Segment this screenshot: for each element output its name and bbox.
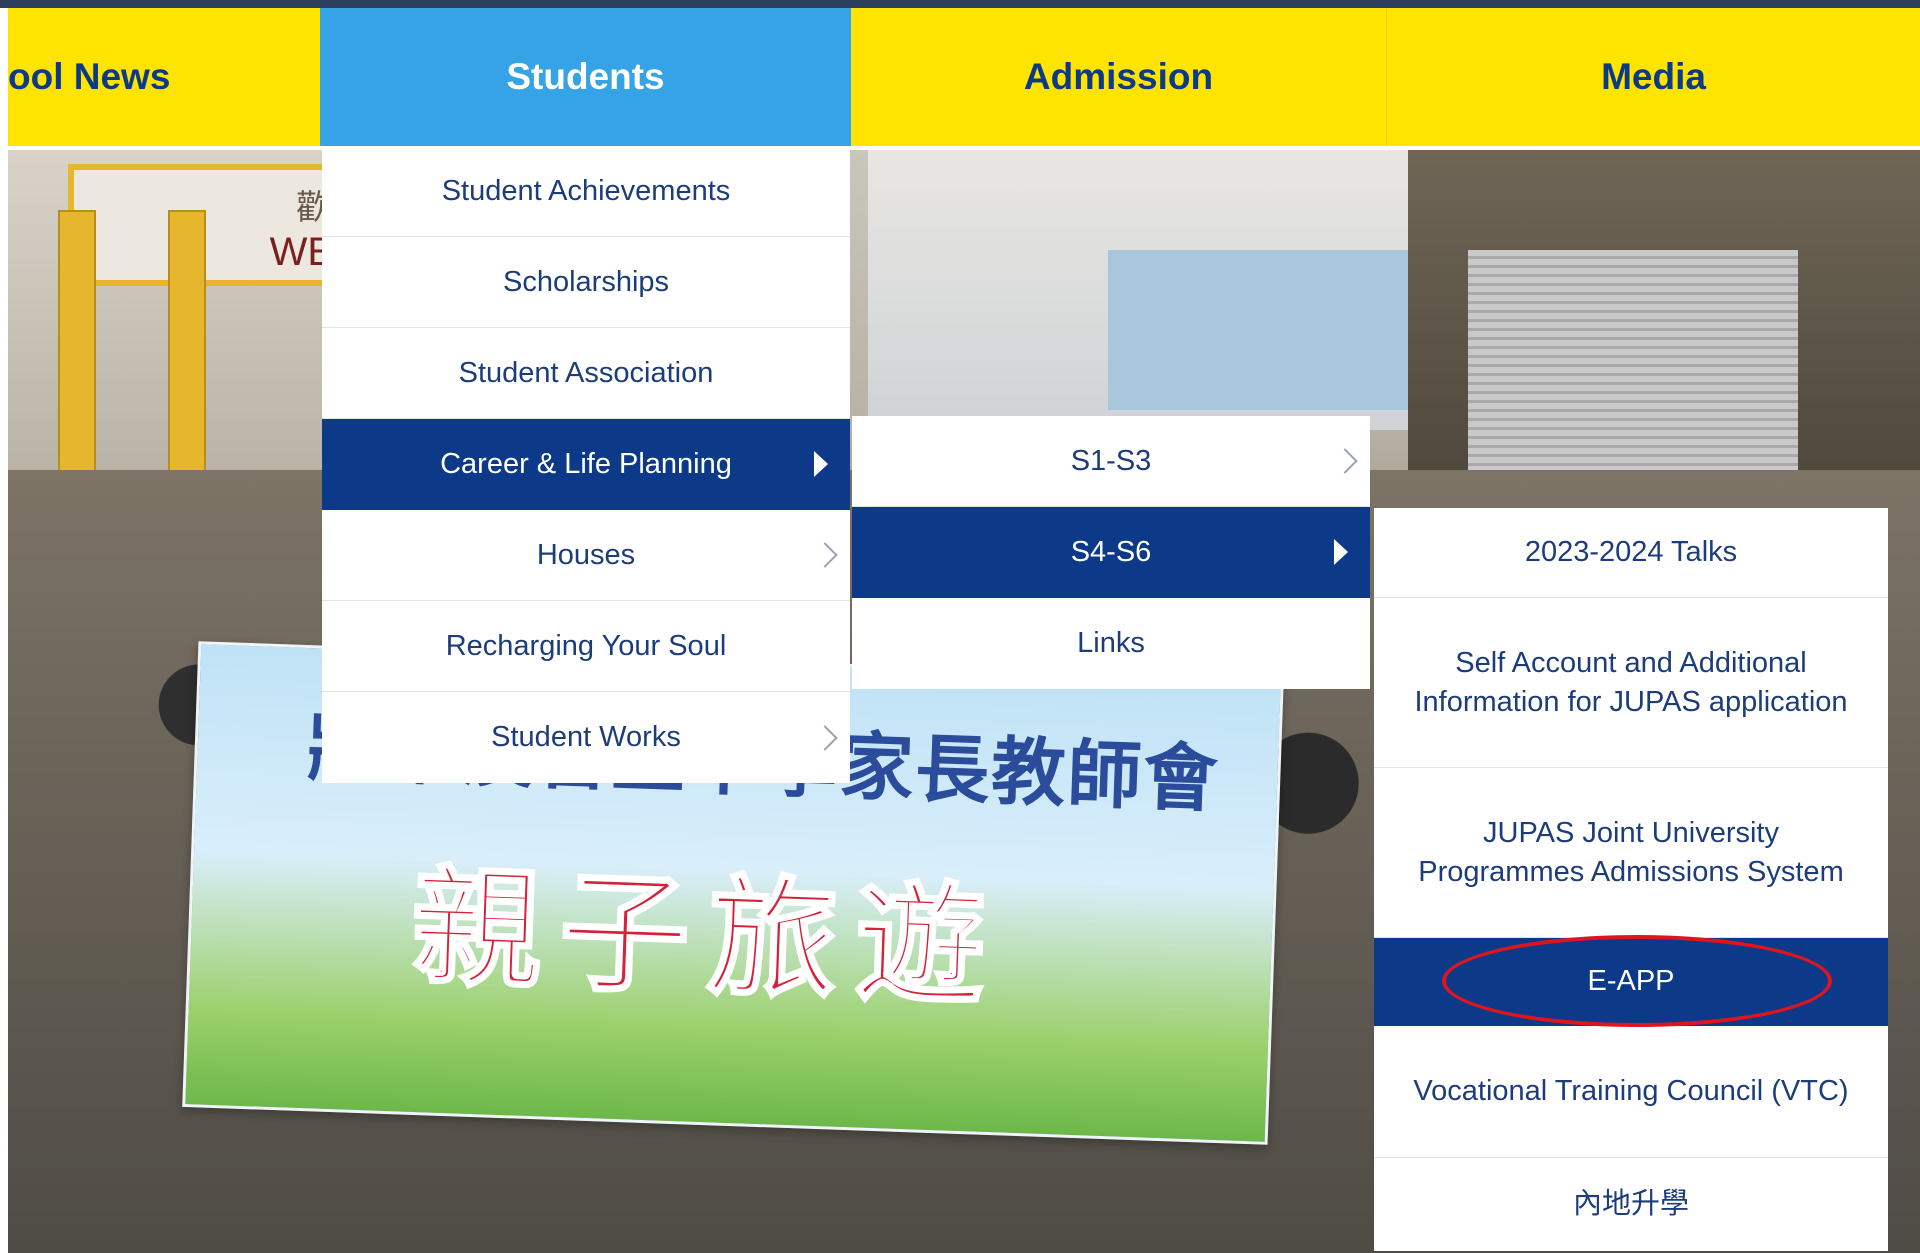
career-submenu: S1-S3 S4-S6 Links — [852, 416, 1370, 689]
menu-item-jupas-self-account[interactable]: Self Account and Additional Information … — [1374, 598, 1888, 768]
sky-patch — [1108, 250, 1408, 410]
nav-item-media[interactable]: Media — [1387, 8, 1920, 146]
menu-item-mainland-studies[interactable]: 內地升學 — [1374, 1158, 1888, 1251]
menu-item-label: JUPAS Joint University Programmes Admiss… — [1418, 816, 1844, 888]
nav-item-students[interactable]: Students — [320, 8, 851, 146]
menu-item-label: Student Achievements — [441, 174, 731, 207]
menu-item-label: Scholarships — [502, 265, 670, 298]
top-strip — [0, 0, 1920, 8]
welcome-sign: 歡 WE — [68, 164, 350, 286]
menu-item-scholarships[interactable]: Scholarships — [322, 237, 850, 328]
menu-item-label: Student Works — [491, 721, 681, 753]
main-nav: ool News Students Admission Media — [8, 8, 1920, 146]
nav-item-admission[interactable]: Admission — [851, 8, 1387, 146]
menu-item-e-app[interactable]: E-APP — [1374, 938, 1888, 1026]
menu-item-career-life-planning[interactable]: Career & Life Planning — [322, 419, 850, 510]
menu-item-s4-s6[interactable]: S4-S6 — [852, 507, 1370, 598]
menu-item-vtc[interactable]: Vocational Training Council (VTC) — [1374, 1026, 1888, 1158]
menu-item-houses[interactable]: Houses — [322, 510, 850, 601]
menu-item-label: 2023-2024 Talks — [1524, 536, 1738, 568]
menu-item-label: E-APP — [1587, 965, 1675, 997]
menu-item-label: Career & Life Planning — [440, 447, 732, 480]
menu-item-2023-2024-talks[interactable]: 2023-2024 Talks — [1374, 508, 1888, 598]
banner-subtitle: 親子旅遊 — [407, 848, 1007, 1025]
menu-item-label: S4-S6 — [1070, 535, 1152, 568]
s4-s6-submenu: 2023-2024 Talks Self Account and Additio… — [1374, 508, 1888, 1251]
menu-item-s1-s3[interactable]: S1-S3 — [852, 416, 1370, 507]
menu-item-label: S1-S3 — [1070, 444, 1152, 477]
menu-item-student-association[interactable]: Student Association — [322, 328, 850, 419]
menu-item-jupas-system[interactable]: JUPAS Joint University Programmes Admiss… — [1374, 768, 1888, 938]
chevron-right-icon — [812, 724, 838, 751]
menu-item-label: Vocational Training Council (VTC) — [1413, 1075, 1849, 1107]
students-dropdown: Student Achievements Scholarships Studen… — [322, 146, 850, 783]
submenu-arrow-icon — [1334, 539, 1348, 565]
menu-item-label: Self Account and Additional Information … — [1414, 646, 1848, 718]
chevron-right-icon — [1332, 448, 1358, 474]
menu-item-label: Houses — [536, 538, 636, 571]
menu-item-links[interactable]: Links — [852, 598, 1370, 689]
menu-item-student-works[interactable]: Student Works — [322, 692, 850, 783]
menu-item-student-achievements[interactable]: Student Achievements — [322, 146, 850, 237]
menu-item-label: Recharging Your Soul — [445, 629, 727, 662]
chevron-right-icon — [812, 542, 838, 568]
menu-item-label: Links — [1077, 627, 1145, 659]
menu-item-recharging-your-soul[interactable]: Recharging Your Soul — [322, 601, 850, 692]
menu-item-label: 內地升學 — [1572, 1188, 1689, 1220]
nav-item-school-news[interactable]: ool News — [8, 8, 320, 146]
submenu-arrow-icon — [814, 451, 828, 477]
menu-item-label: Student Association — [458, 356, 714, 389]
